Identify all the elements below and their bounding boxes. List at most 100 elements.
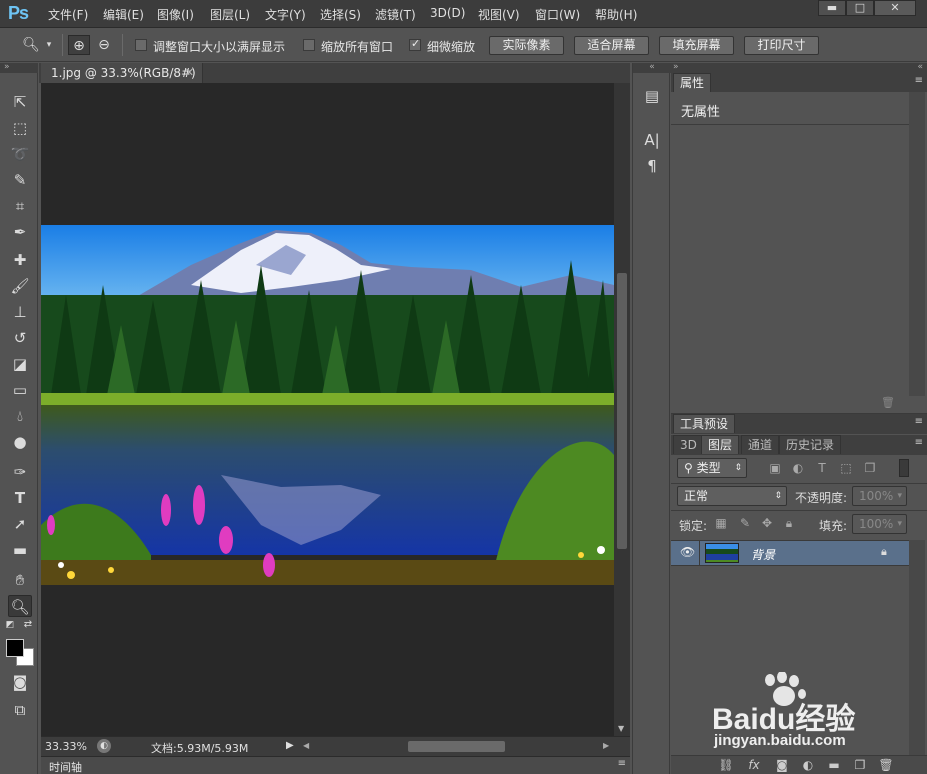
panel-menu-icon[interactable]: ≡ — [915, 75, 923, 86]
maximize-button[interactable]: □ — [846, 0, 874, 16]
panel-menu-icon[interactable]: ≡ — [915, 416, 923, 427]
gradient-tool-icon[interactable]: ▭ — [8, 379, 32, 401]
vertical-scrollbar-thumb[interactable] — [617, 273, 627, 549]
eraser-tool-icon[interactable]: ◪ — [8, 353, 32, 375]
healing-brush-tool-icon[interactable]: ✚ — [8, 249, 32, 271]
lock-position-icon[interactable]: ✥ — [759, 515, 775, 531]
move-tool-icon[interactable]: ⇱ — [8, 91, 32, 113]
layer-filter-select[interactable]: ⚲ 类型 ⇕ — [677, 458, 747, 478]
menu-file[interactable]: 文件(F) — [48, 6, 88, 23]
lock-all-icon[interactable]: 🔒︎ — [781, 515, 797, 531]
menu-layer[interactable]: 图层(L) — [210, 6, 250, 23]
path-selection-tool-icon[interactable]: ➚ — [8, 513, 32, 535]
zoom-out-icon[interactable]: ⊖ — [93, 35, 115, 55]
zoom-in-icon[interactable]: ⊕ — [68, 35, 90, 55]
filter-shape-icon[interactable]: ⬚ — [838, 460, 854, 476]
swap-colors-icon[interactable]: ⇄ — [22, 619, 34, 631]
vertical-scrollbar[interactable]: ▼ — [614, 83, 630, 736]
visibility-eye-icon[interactable]: 👁︎ — [680, 545, 695, 559]
menu-window[interactable]: 窗口(W) — [535, 6, 580, 23]
blend-mode-select[interactable]: 正常 ⇕ — [677, 486, 787, 506]
minimize-button[interactable]: ▬ — [818, 0, 846, 16]
resize-windows-checkbox[interactable] — [135, 39, 147, 51]
layer-row-background[interactable]: 👁︎ 背景 🔒︎ — [671, 540, 909, 566]
tab-history[interactable]: 历史记录 — [779, 435, 842, 454]
document-image[interactable] — [41, 225, 614, 585]
menu-edit[interactable]: 编辑(E) — [103, 6, 144, 23]
trash-icon[interactable]: 🗑︎ — [881, 396, 895, 409]
scrubby-zoom-checkbox[interactable] — [409, 37, 421, 51]
character-panel-icon[interactable]: A| — [641, 129, 663, 151]
collapse-icon[interactable]: » — [0, 63, 38, 73]
document-tab[interactable]: 1.jpg @ 33.3%(RGB/8#) ✕ — [41, 63, 203, 83]
panel-menu-icon[interactable]: ≡ — [618, 758, 626, 769]
fit-screen-button[interactable]: 适合屏幕 — [574, 36, 649, 55]
tab-tool-presets[interactable]: 工具预设 — [673, 414, 736, 433]
print-size-button[interactable]: 打印尺寸 — [744, 36, 819, 55]
layers-scrollbar[interactable] — [909, 540, 925, 755]
new-group-icon[interactable]: ▬ — [825, 758, 843, 774]
panel-menu-icon[interactable]: ≡ — [915, 437, 923, 448]
hand-tool-icon[interactable]: ✋︎ — [8, 569, 32, 591]
close-button[interactable]: ✕ — [874, 0, 916, 16]
scroll-down-icon[interactable]: ▼ — [618, 724, 624, 733]
zoom-tool-preset-icon[interactable]: 🔍︎ — [20, 35, 42, 55]
default-colors-icon[interactable]: ◩ — [4, 619, 16, 631]
filter-pixel-icon[interactable]: ▣ — [767, 460, 783, 476]
menu-select[interactable]: 选择(S) — [320, 6, 361, 23]
expand-panels-icon[interactable]: « — [633, 63, 671, 73]
foreground-color-swatch[interactable] — [6, 639, 24, 657]
fill-screen-button[interactable]: 填充屏幕 — [659, 36, 734, 55]
filter-type-icon[interactable]: T — [814, 460, 830, 476]
paragraph-panel-icon[interactable]: ¶ — [641, 155, 663, 177]
zoom-level[interactable]: 33.33% — [45, 740, 87, 753]
history-panel-icon[interactable]: ▤ — [641, 85, 663, 107]
lasso-tool-icon[interactable]: ➰ — [8, 143, 32, 165]
horizontal-scrollbar-thumb[interactable] — [408, 741, 505, 752]
scroll-left-icon[interactable]: ◀ — [303, 741, 309, 750]
pen-tool-icon[interactable]: ✑ — [8, 461, 32, 483]
link-layers-icon[interactable]: ⛓︎ — [717, 758, 735, 774]
quick-mask-icon[interactable]: ◙ — [8, 671, 32, 693]
lock-transparent-icon[interactable]: ▦ — [713, 515, 729, 531]
expand-dock-icon[interactable]: « — [917, 62, 923, 72]
properties-scrollbar[interactable] — [909, 92, 925, 396]
tab-3d[interactable]: 3D — [673, 435, 704, 454]
quick-selection-tool-icon[interactable]: ✎ — [8, 169, 32, 191]
actual-pixels-button[interactable]: 实际像素 — [489, 36, 564, 55]
tab-properties[interactable]: 属性 — [673, 73, 712, 92]
blur-tool-icon[interactable]: 💧︎ — [8, 405, 32, 427]
eyedropper-tool-icon[interactable]: ✒ — [8, 221, 32, 243]
zoom-tool-icon[interactable]: 🔍︎ — [8, 595, 32, 617]
clone-stamp-tool-icon[interactable]: ⊥ — [8, 301, 32, 323]
filter-toggle[interactable] — [899, 459, 909, 477]
adjustment-layer-icon[interactable]: ◐ — [799, 758, 817, 774]
status-menu-arrow-icon[interactable]: ▶ — [286, 740, 294, 751]
tab-layers[interactable]: 图层 — [701, 435, 740, 454]
menu-help[interactable]: 帮助(H) — [595, 6, 637, 23]
fill-input[interactable]: 100% ▾ — [852, 514, 907, 534]
layer-name[interactable]: 背景 — [751, 546, 775, 563]
rectangle-tool-icon[interactable]: ▬ — [8, 539, 32, 561]
crop-tool-icon[interactable]: ⌗ — [8, 195, 32, 217]
tab-channels[interactable]: 通道 — [741, 435, 780, 454]
zoom-all-windows-checkbox[interactable] — [303, 39, 315, 51]
filter-adjustment-icon[interactable]: ◐ — [790, 460, 806, 476]
type-tool-icon[interactable]: T — [8, 487, 32, 509]
menu-3d[interactable]: 3D(D) — [430, 6, 465, 20]
filter-smart-object-icon[interactable]: ❐ — [862, 460, 878, 476]
menu-view[interactable]: 视图(V) — [478, 6, 520, 23]
new-layer-icon[interactable]: ❐ — [851, 758, 869, 774]
layer-style-icon[interactable]: fx — [745, 758, 763, 774]
status-icon[interactable]: ◐ — [97, 739, 111, 753]
brush-tool-icon[interactable]: 🖌︎ — [8, 275, 32, 297]
menu-image[interactable]: 图像(I) — [157, 6, 194, 23]
scroll-right-icon[interactable]: ▶ — [603, 741, 609, 750]
delete-layer-icon[interactable]: 🗑︎ — [877, 758, 895, 774]
screen-mode-icon[interactable]: ⧉ — [8, 699, 32, 721]
collapse-dock-icon[interactable]: » — [673, 62, 679, 72]
chevron-down-icon[interactable]: ▾ — [42, 35, 56, 55]
marquee-tool-icon[interactable]: ⬚ — [8, 117, 32, 139]
dodge-tool-icon[interactable]: ● — [8, 431, 32, 453]
menu-filter[interactable]: 滤镜(T) — [375, 6, 416, 23]
